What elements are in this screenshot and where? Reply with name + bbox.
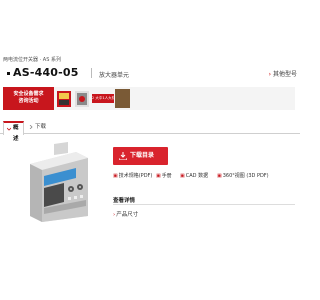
chevron-down-icon bbox=[7, 127, 11, 131]
product-box-image-2 bbox=[75, 91, 89, 107]
other-models-label: 其他型号 bbox=[272, 71, 297, 78]
link-manual[interactable]: ▣手册 bbox=[156, 172, 172, 181]
gift-box-image bbox=[115, 89, 130, 108]
product-image-area bbox=[6, 138, 114, 228]
book-icon: ▣ bbox=[156, 173, 161, 179]
details-heading: 查看详情 bbox=[113, 198, 136, 204]
details-divider bbox=[113, 204, 295, 205]
tab-bar: 概述 下载 bbox=[0, 121, 300, 142]
promo-line-1: 安全设备需求 bbox=[13, 91, 44, 97]
page-title: AS-440-05 bbox=[7, 66, 79, 79]
product-box-image bbox=[57, 91, 71, 107]
cad-icon: ▣ bbox=[180, 173, 185, 179]
cube-icon: ▣ bbox=[217, 173, 222, 179]
promo-banner[interactable]: 安全设备需求 咨询活动 2 大中1人大礼赠 bbox=[3, 87, 295, 110]
chevron-right-icon: › bbox=[268, 71, 271, 78]
link-3d-pdf-label: 360°视图 (3D PDF) bbox=[222, 173, 269, 179]
promo-line-2: 咨询活动 bbox=[18, 98, 39, 104]
download-catalog-label: 下载目录 bbox=[130, 152, 155, 159]
chevron-right-icon: › bbox=[113, 212, 116, 218]
link-cad-data[interactable]: ▣CAD 数据 bbox=[180, 172, 208, 181]
model-number: AS-440-05 bbox=[13, 66, 79, 79]
breadcrumb[interactable]: 两电流位开关器 · AS 系列 bbox=[3, 56, 61, 63]
download-icon bbox=[119, 152, 127, 160]
download-catalog-button[interactable]: 下载目录 bbox=[113, 147, 168, 165]
promo-banner-headline: 安全设备需求 咨询活动 bbox=[3, 87, 54, 110]
square-bullet-icon bbox=[7, 71, 10, 75]
tab-download-label: 下载 bbox=[35, 124, 47, 130]
product-subtitle: 放大器单元 bbox=[99, 72, 130, 79]
download-links: ▣技术规格(PDF) ▣手册 ▣CAD 数据 ▣360°视图 (3D PDF) bbox=[113, 172, 298, 181]
tab-download[interactable]: 下载 bbox=[26, 121, 48, 134]
link-spec-pdf[interactable]: ▣技术规格(PDF) bbox=[113, 172, 152, 181]
promo-tag: 2 大中1人大礼赠 bbox=[92, 94, 114, 103]
other-models-link[interactable]: › 其他型号 bbox=[269, 69, 297, 78]
tab-overview[interactable]: 概述 bbox=[3, 121, 24, 142]
link-cad-label: CAD 数据 bbox=[185, 173, 209, 179]
link-spec-pdf-label: 技术规格(PDF) bbox=[118, 173, 153, 179]
product-title-row: AS-440-05 放大器单元 › 其他型号 bbox=[3, 66, 297, 80]
link-3d-pdf[interactable]: ▣360°视图 (3D PDF) bbox=[217, 172, 269, 181]
title-divider bbox=[91, 68, 92, 78]
spec-dimensions-link[interactable]: ›产品尺寸 bbox=[113, 210, 138, 218]
chevron-right-icon bbox=[29, 125, 33, 129]
amplifier-unit-image bbox=[30, 142, 88, 222]
spec-dimensions-label: 产品尺寸 bbox=[116, 212, 139, 218]
link-manual-label: 手册 bbox=[161, 173, 172, 179]
document-icon: ▣ bbox=[113, 173, 118, 179]
